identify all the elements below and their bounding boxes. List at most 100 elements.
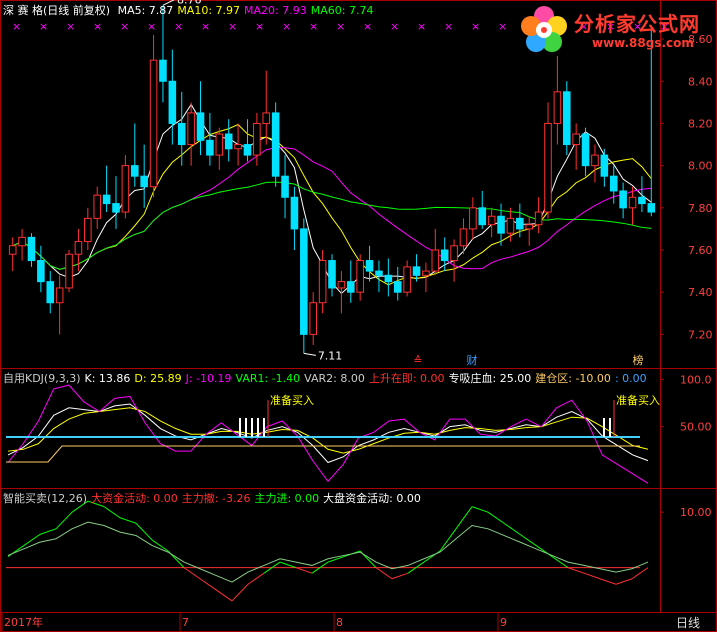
candle-body-22 [215,133,224,156]
top-signal-mark-16: × [444,20,453,33]
top-signal-mark-13: × [363,20,372,33]
kdj-legend-6: 上升在即: 0.00 [368,372,445,385]
candle-body-7 [74,241,83,255]
smart-legend-1: 大资金活动: 0.00 [91,492,178,505]
candle-body-9 [93,194,102,219]
low-marker-label: 7.11 [318,349,343,362]
kdj-build-zone-line [6,445,640,463]
smart-segment-30 [487,511,505,524]
candle-body-20 [196,112,205,141]
candle-body-65 [619,190,627,209]
candle-body-67 [638,196,646,205]
buy-signal-label-0: 准备买入 [270,393,314,407]
top-signal-mark-2: × [66,20,75,33]
smart-segment-23 [375,567,393,580]
stock-chart[interactable]: 7.207.407.607.808.008.208.408.608.767.11… [0,0,717,632]
candle-body-55 [525,224,534,230]
price-tick-label-0: 7.20 [688,328,713,341]
smart-segment-9 [151,539,169,552]
candle-body-11 [112,203,120,213]
candle-body-19 [187,112,195,146]
main-legend-3: MA60: 7.74 [310,4,374,17]
top-signal-mark-3: × [93,20,102,33]
candle-body-21 [206,139,214,156]
candle-body-46 [440,249,449,262]
candle-body-33 [318,260,327,304]
event-mark-2: 榜 [633,353,644,367]
date-label-0: 2017年 [4,615,43,629]
smart-segment-3 [55,511,73,530]
candle-body-60 [572,133,580,146]
smart-segment-24 [391,572,409,580]
top-signal-mark-7: × [201,20,210,33]
smart-segment-1 [23,533,41,546]
price-tick-label-2: 7.60 [688,244,713,257]
buy-signal-label-1: 准备买入 [616,393,660,407]
candle-body-24 [234,144,242,150]
smart-segment-2 [39,528,57,535]
flower-logo-icon [521,6,567,52]
kdj-panel-header: 自用KDJ(9,3,3) K: 13.86 D: 25.89 J: -10.19 VAR… [3,372,655,385]
candle-body-45 [431,249,440,272]
candle-body-36 [346,281,355,293]
top-signal-mark-12: × [336,20,345,33]
candle-body-28 [271,112,280,177]
smart-segment-13 [215,589,233,602]
candle-body-16 [159,59,167,82]
smart-segment-39 [631,567,649,580]
price-tick-label-4: 8.00 [688,160,713,173]
smart-segment-11 [183,567,201,580]
event-mark-1: 财 [467,353,478,367]
top-signal-mark-1: × [39,20,48,33]
candle-body-0 [8,245,17,255]
main-legend-2: MA20: 7.93 [244,4,307,17]
smart-segment-35 [567,567,585,574]
kdj-legend-4: VAR1: -1.40 [235,372,301,385]
price-tick-label-6: 8.40 [688,75,713,88]
smart-segment-34 [551,556,569,569]
candle-body-10 [102,194,111,205]
price-tick-label-3: 7.80 [688,202,713,215]
candle-body-47 [450,245,458,262]
candle-body-32 [309,302,318,335]
candle-body-37 [356,260,364,293]
smart-segment-14 [231,583,249,602]
candle-body-63 [600,154,609,177]
kdj-legend-7: 专吸庄血: 25.00 [448,372,532,385]
smart-segment-18 [295,567,313,574]
top-signal-mark-4: × [120,20,129,33]
candle-body-34 [328,260,336,289]
main-legend-0: MA5: 7.87 [117,4,174,17]
candle-body-43 [412,266,421,276]
kdj-tick-label-1: 100.0 [680,373,712,386]
candle-body-38 [365,260,374,272]
smart-segment-36 [583,572,601,580]
candle-body-3 [37,260,45,283]
top-signal-mark-14: × [390,20,399,33]
candle-body-52 [497,215,505,234]
candle-body-5 [55,287,64,304]
smart-legend-2: 主力撤: -3.26 [181,492,251,505]
candle-body-13 [130,165,139,177]
candle-body-41 [393,281,402,293]
candle-body-15 [149,59,158,188]
top-signal-mark-5: × [147,20,156,33]
top-signal-mark-6: × [174,20,183,33]
outer-frame [0,0,717,632]
period-button[interactable]: 日线 [676,614,700,631]
main-legend-1: MA10: 7.97 [177,4,241,17]
smart-legend-3: 主力进: 0.00 [254,492,320,505]
candle-body-30 [290,196,299,230]
smart-segment-17 [279,561,297,569]
stock-name: 深 赛 格 [3,4,43,17]
candle-body-1 [18,236,26,247]
candle-body-23 [224,133,233,150]
candle-body-61 [581,133,590,167]
smart-segment-28 [455,506,473,530]
kdj-series-2 [7,384,649,484]
top-signal-mark-10: × [282,20,291,33]
candle-body-31 [300,228,308,335]
candle-body-4 [46,281,55,304]
kdj-legend-5: VAR2: 8.00 [304,372,365,385]
candle-body-17 [168,80,177,124]
